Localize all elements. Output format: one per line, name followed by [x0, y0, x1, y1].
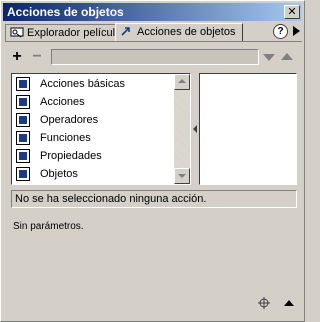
tab-label: Explorador películas	[27, 27, 127, 39]
actions-panel-window: Acciones de objetos ✕ Explorador películ…	[0, 0, 305, 322]
book-icon	[16, 167, 30, 181]
list-item-label: Acciones	[40, 96, 85, 108]
actions-toolbar: + −	[9, 49, 299, 65]
window-title: Acciones de objetos	[7, 5, 124, 19]
list-scrollbar[interactable]	[174, 74, 190, 184]
book-icon	[16, 113, 30, 127]
scroll-down-button[interactable]	[174, 168, 190, 184]
list-item-label: Funciones	[40, 132, 91, 144]
actions-toolbox-list: Acciones básicas Acciones Operadores Fun…	[11, 73, 191, 185]
list-item-label: Acciones básicas	[40, 78, 125, 90]
arrow-up-icon	[178, 79, 186, 83]
book-icon	[16, 149, 30, 163]
list-item[interactable]: Funciones	[14, 129, 174, 147]
list-item[interactable]: Acciones	[14, 93, 174, 111]
tab-object-actions[interactable]: Acciones de objetos	[115, 23, 243, 42]
scroll-up-button[interactable]	[174, 74, 190, 90]
book-icon	[16, 95, 30, 109]
tab-divider	[5, 41, 302, 42]
add-action-button[interactable]: +	[9, 49, 25, 65]
collapse-up-icon[interactable]	[284, 300, 294, 306]
list-item-label: Objetos	[40, 168, 78, 180]
footer-controls	[236, 297, 296, 311]
book-icon	[16, 77, 30, 91]
pane-splitter[interactable]	[192, 73, 198, 185]
remove-action-button[interactable]: −	[29, 49, 45, 65]
collapse-left-icon	[193, 125, 197, 133]
status-message: No se ha seleccionado ninguna acción.	[11, 190, 297, 208]
tab-movie-explorer[interactable]: Explorador películas	[5, 24, 127, 41]
tab-strip: Explorador películas Acciones de objetos…	[5, 23, 302, 42]
list-item[interactable]: Objetos	[14, 165, 174, 183]
list-item[interactable]: Propiedades	[14, 147, 174, 165]
list-item-label: Operadores	[40, 114, 99, 126]
parameters-field[interactable]	[51, 49, 259, 65]
parameters-message: Sin parámetros.	[13, 221, 84, 232]
book-icon	[16, 131, 30, 145]
list-item-label: Propiedades	[40, 150, 102, 162]
help-icon[interactable]: ?	[273, 24, 288, 39]
move-down-icon[interactable]	[263, 54, 275, 61]
list-item[interactable]: Operadores	[14, 111, 174, 129]
object-actions-icon	[121, 27, 130, 36]
arrow-down-icon	[178, 174, 186, 178]
tab-label: Acciones de objetos	[137, 26, 236, 38]
movie-explorer-icon	[10, 27, 24, 38]
list-item[interactable]: Acciones básicas	[14, 75, 174, 93]
target-path-icon[interactable]	[258, 297, 270, 309]
panel-menu-arrow-icon[interactable]	[293, 26, 300, 36]
title-bar[interactable]: Acciones de objetos ✕	[3, 3, 302, 21]
script-pane[interactable]	[199, 73, 297, 185]
move-up-icon[interactable]	[281, 53, 293, 60]
close-icon[interactable]: ✕	[284, 5, 300, 19]
